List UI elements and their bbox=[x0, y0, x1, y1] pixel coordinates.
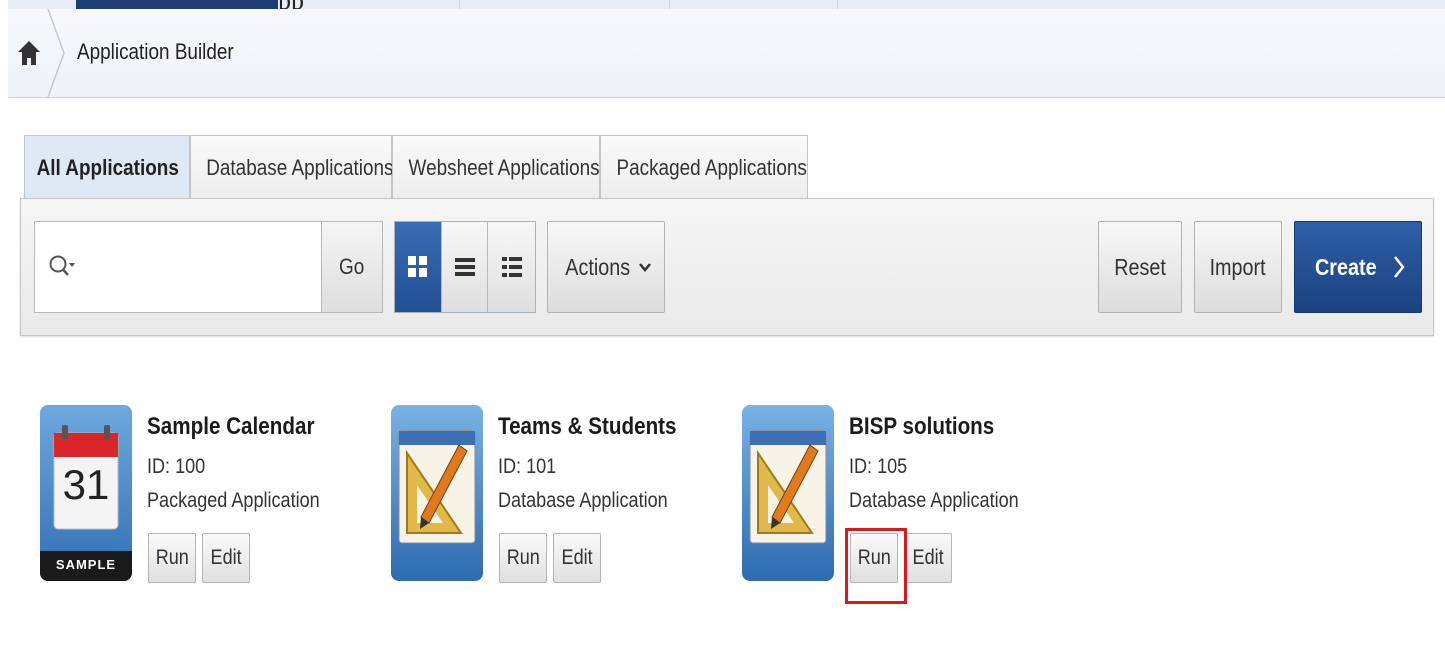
edit-button[interactable]: Edit bbox=[202, 533, 250, 583]
tab-all-applications[interactable]: All Applications bbox=[24, 135, 190, 199]
sample-badge: SAMPLE bbox=[55, 557, 117, 572]
app-id: ID: 105 bbox=[849, 455, 908, 478]
application-card: Teams & Students ID: 101 Database Applic… bbox=[391, 405, 691, 585]
app-id: ID: 100 bbox=[147, 455, 206, 478]
breadcrumb-separator bbox=[47, 9, 65, 97]
details-view-button[interactable] bbox=[487, 222, 535, 312]
icons-view-button[interactable] bbox=[395, 222, 441, 312]
run-button[interactable]: Run bbox=[499, 533, 547, 583]
app-type: Database Application bbox=[849, 489, 1019, 512]
grid-icon bbox=[408, 256, 427, 277]
drafting-tools-icon[interactable] bbox=[391, 405, 483, 581]
create-button[interactable]: Create bbox=[1294, 221, 1422, 313]
top-nav-divider bbox=[668, 0, 670, 9]
app-type: Packaged Application bbox=[147, 489, 320, 512]
tab-websheet-applications[interactable]: Websheet Applications bbox=[392, 135, 600, 199]
application-card: 31 SAMPLE Sample Calendar ID: 100 Packag… bbox=[40, 405, 340, 585]
edit-button[interactable]: Edit bbox=[553, 533, 601, 583]
app-name[interactable]: BISP solutions bbox=[849, 413, 994, 441]
reset-button[interactable]: Reset bbox=[1098, 221, 1182, 313]
top-nav-divider bbox=[458, 0, 460, 9]
app-name[interactable]: Sample Calendar bbox=[147, 413, 314, 441]
tab-packaged-applications[interactable]: Packaged Applications bbox=[600, 135, 808, 199]
page-title: Application Builder bbox=[77, 39, 234, 64]
view-mode-toggle bbox=[394, 221, 536, 313]
search-input[interactable] bbox=[34, 221, 322, 313]
search-toolbar: Go Actions Reset Import Create bbox=[20, 198, 1434, 336]
actions-menu-button[interactable]: Actions bbox=[547, 221, 665, 313]
report-view-button[interactable] bbox=[441, 222, 487, 312]
search-icon[interactable] bbox=[47, 248, 77, 286]
chevron-right-icon bbox=[1393, 256, 1405, 278]
calendar-day-text: 31 bbox=[62, 461, 110, 508]
calendar-icon[interactable]: 31 SAMPLE bbox=[40, 405, 132, 581]
top-nav-segment[interactable] bbox=[8, 0, 77, 9]
detail-list-icon bbox=[501, 257, 522, 277]
top-navigation-strip: pp bbox=[8, 0, 1445, 15]
run-button[interactable]: Run bbox=[148, 533, 196, 583]
run-button-highlight bbox=[845, 528, 907, 604]
app-name[interactable]: Teams & Students bbox=[498, 413, 677, 441]
chevron-down-icon bbox=[639, 263, 652, 272]
top-nav-active-segment[interactable] bbox=[76, 0, 278, 9]
application-card: BISP solutions ID: 105 Database Applicat… bbox=[742, 405, 1042, 604]
app-type: Database Application bbox=[498, 489, 668, 512]
home-icon[interactable] bbox=[14, 35, 44, 71]
go-button[interactable]: Go bbox=[321, 221, 383, 313]
import-button[interactable]: Import bbox=[1194, 221, 1282, 313]
breadcrumb: Application Builder bbox=[8, 9, 1445, 98]
edit-button[interactable]: Edit bbox=[904, 533, 952, 583]
drafting-tools-icon[interactable] bbox=[742, 405, 834, 581]
app-id: ID: 101 bbox=[498, 455, 557, 478]
tab-database-applications[interactable]: Database Applications bbox=[190, 135, 393, 199]
top-nav-divider bbox=[836, 0, 838, 9]
list-icon bbox=[454, 258, 475, 276]
